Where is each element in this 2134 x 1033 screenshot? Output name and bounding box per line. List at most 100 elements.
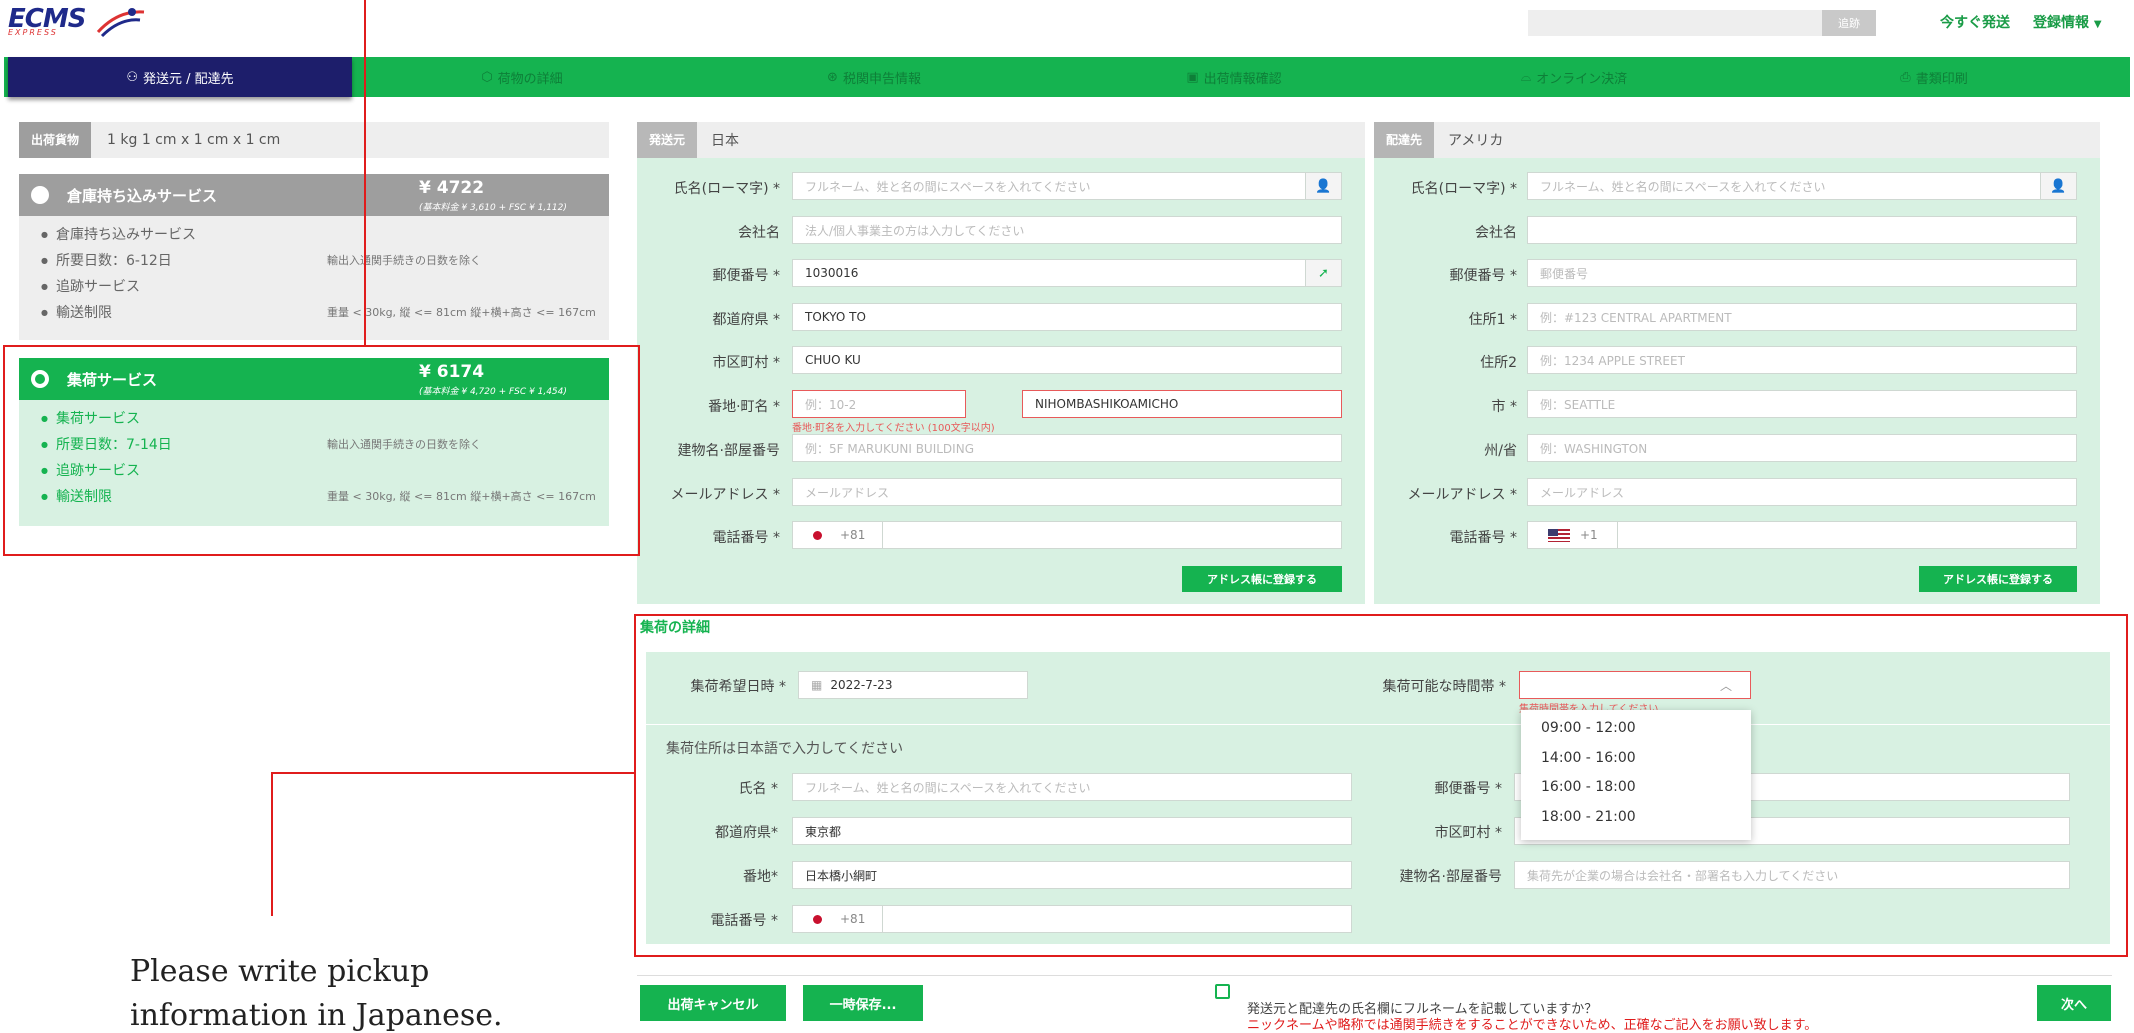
service-name: 倉庫持ち込みサービス xyxy=(67,186,218,205)
step-sender-recipient[interactable]: ⚇ 発送元 / 配達先 xyxy=(8,57,352,97)
company-label: 会社名 xyxy=(738,225,780,241)
sender-email-input[interactable]: メールアドレス xyxy=(792,478,1342,506)
person-icon: ⚇ xyxy=(126,69,138,85)
footer-divider xyxy=(637,975,2112,976)
step-label: 発送元 / 配達先 xyxy=(143,71,234,87)
placeholder: 例：SEATTLE xyxy=(1540,397,1616,412)
sender-pref-input[interactable]: TOKYO TO xyxy=(792,303,1342,331)
recipient-header: 配達先 アメリカ xyxy=(1374,122,2100,158)
runner-logo-icon xyxy=(96,8,145,38)
caret-down-icon: ▼ xyxy=(2093,19,2102,30)
recipient-country: アメリカ xyxy=(1448,133,1504,149)
contact-icon[interactable]: 👤 xyxy=(2040,173,2076,199)
recipient-zip-input[interactable]: 郵便番号 xyxy=(1527,259,2077,287)
step-label: 税関申告情報 xyxy=(842,71,921,87)
confirm-checkbox[interactable] xyxy=(1215,984,1230,999)
list-item: 倉庫持ち込みサービス xyxy=(41,224,196,244)
days-note: 輸出入通関手続きの日数を除く xyxy=(327,254,481,267)
recipient-panel: 配達先 アメリカ 氏名(ローマ字) * フルネーム、姓と名の間にスペースを入れて… xyxy=(1374,122,2100,604)
recipient-company-input[interactable] xyxy=(1527,216,2077,244)
value: 1030016 xyxy=(805,266,859,280)
placeholder: 例：#123 CENTRAL APARTMENT xyxy=(1540,310,1732,325)
step-label: 出荷情報確認 xyxy=(1203,71,1282,87)
annotation-box-pickup xyxy=(634,614,2128,957)
recipient-email-input[interactable]: メールアドレス xyxy=(1527,478,2077,506)
radio-unselected[interactable] xyxy=(31,186,49,204)
recipient-save-address-button[interactable]: アドレス帳に登録する xyxy=(1919,566,2077,592)
annotation-line xyxy=(271,772,273,916)
list-item: 所要日数：6-12日 xyxy=(41,250,172,270)
building-label: 建物名·部屋番号 xyxy=(677,443,780,459)
annotation-line-2: information in Japanese. xyxy=(130,998,503,1033)
tracking-input[interactable] xyxy=(1528,10,1822,36)
zip-label: 郵便番号 * xyxy=(1449,268,1517,284)
sender-street-input[interactable]: NIHOMBASHIKOAMICHO xyxy=(1022,390,1342,418)
email-label: メールアドレス * xyxy=(670,487,780,503)
location-arrow-icon[interactable]: ➚ xyxy=(1305,260,1341,286)
step-confirm[interactable]: ▣ 出荷情報確認 xyxy=(1064,57,1404,97)
sender-company-input[interactable]: 法人/個人事業主の方は入力してください xyxy=(792,216,1342,244)
placeholder: メールアドレス xyxy=(805,485,890,500)
recipient-city-input[interactable]: 例：SEATTLE xyxy=(1527,390,2077,418)
recipient-addr2-input[interactable]: 例：1234 APPLE STREET xyxy=(1527,346,2077,374)
step-customs[interactable]: ⊛ 税関申告情報 xyxy=(704,57,1044,97)
phone-label: 電話番号 * xyxy=(712,530,780,546)
cargo-summary: 出荷貨物 1 kg 1 cm x 1 cm x 1 cm xyxy=(19,122,609,158)
value: CHUO KU xyxy=(805,353,861,367)
box-icon: ⬡ xyxy=(481,69,493,85)
document-icon: ▣ xyxy=(1186,69,1199,85)
street-label: 番地·町名 * xyxy=(708,399,780,415)
sender-panel: 発送元 日本 氏名(ローマ字) * フルネーム、姓と名の間にスペースを入れてくだ… xyxy=(637,122,1365,604)
sender-tag: 発送元 xyxy=(637,122,698,158)
service-warehouse-details: 倉庫持ち込みサービス 所要日数：6-12日 輸出入通関手続きの日数を除く 追跡サ… xyxy=(19,216,609,340)
placeholder: 例：10-2 xyxy=(805,397,857,412)
step-label: 書類印刷 xyxy=(1915,71,1968,87)
next-button[interactable]: 次へ xyxy=(2037,985,2111,1021)
save-draft-button[interactable]: 一時保存... xyxy=(803,985,923,1021)
country-code-select[interactable]: +81 xyxy=(793,522,883,548)
sender-save-address-button[interactable]: アドレス帳に登録する xyxy=(1182,566,1342,592)
recipient-state-input[interactable]: 例：WASHINGTON xyxy=(1527,434,2077,462)
sender-country: 日本 xyxy=(711,133,740,149)
track-button[interactable]: 追跡 xyxy=(1822,10,1876,36)
step-print[interactable]: ⎙ 書類印刷 xyxy=(1764,57,2104,97)
placeholder: 例：1234 APPLE STREET xyxy=(1540,353,1685,368)
placeholder: メールアドレス xyxy=(1540,485,1625,500)
annotation-box-service xyxy=(3,345,640,556)
confirm-warning: ニックネームや略称では通関手続きをすることができないため、正確なご記入をお願い致… xyxy=(1247,1018,1818,1033)
cancel-shipment-button[interactable]: 出荷キャンセル xyxy=(640,985,786,1021)
placeholder: 例：5F MARUKUNI BUILDING xyxy=(805,441,974,456)
account-menu[interactable]: 登録情報 ▼ xyxy=(2033,12,2102,32)
recipient-addr1-input[interactable]: 例：#123 CENTRAL APARTMENT xyxy=(1527,303,2077,331)
customs-icon: ⊛ xyxy=(827,69,838,85)
recipient-name-input[interactable]: フルネーム、姓と名の間にスペースを入れてください 👤 xyxy=(1527,172,2077,200)
wallet-icon: ⌓ xyxy=(1520,69,1532,85)
step-package-details[interactable]: ⬡ 荷物の詳細 xyxy=(352,57,692,97)
service-warehouse-option[interactable]: 倉庫持ち込みサービス ¥ 4722 (基本料金 ¥ 3,610 + FSC ¥ … xyxy=(19,174,609,216)
sender-name-input[interactable]: フルネーム、姓と名の間にスペースを入れてください 👤 xyxy=(792,172,1342,200)
city-label: 市区町村 * xyxy=(712,355,780,371)
print-icon: ⎙ xyxy=(1900,69,1911,85)
step-label: オンライン決済 xyxy=(1536,71,1628,87)
placeholder: 例：WASHINGTON xyxy=(1540,441,1648,456)
ecms-logo[interactable]: ECMS EXPRESS xyxy=(8,4,148,44)
sender-building-input[interactable]: 例：5F MARUKUNI BUILDING xyxy=(792,434,1342,462)
sender-zip-input[interactable]: 1030016 ➚ xyxy=(792,259,1342,287)
service-breakdown: (基本料金 ¥ 3,610 + FSC ¥ 1,112) xyxy=(419,203,567,213)
sender-city-input[interactable]: CHUO KU xyxy=(792,346,1342,374)
ship-now-link[interactable]: 今すぐ発送 xyxy=(1940,12,2010,32)
placeholder: 法人/個人事業主の方は入力してください xyxy=(805,223,1025,238)
country-code-select[interactable]: +1 xyxy=(1528,522,1618,548)
limit-note: 重量 < 30kg, 縦 <= 81cm 縦+横+高さ <= 167cm xyxy=(327,306,596,319)
sender-number-input[interactable]: 例：10-2 xyxy=(792,390,966,418)
contact-icon[interactable]: 👤 xyxy=(1305,173,1341,199)
pref-label: 都道府県 * xyxy=(712,312,780,328)
name-label: 氏名(ローマ字) * xyxy=(673,181,780,197)
recipient-phone-input[interactable]: +1 xyxy=(1527,521,2077,549)
step-payment[interactable]: ⌓ オンライン決済 xyxy=(1404,57,1744,97)
annotation-line xyxy=(271,772,636,774)
list-item: 輸送制限 xyxy=(41,302,112,322)
value: NIHOMBASHIKOAMICHO xyxy=(1035,397,1179,411)
sender-phone-input[interactable]: +81 xyxy=(792,521,1342,549)
placeholder: フルネーム、姓と名の間にスペースを入れてください xyxy=(805,179,1091,194)
